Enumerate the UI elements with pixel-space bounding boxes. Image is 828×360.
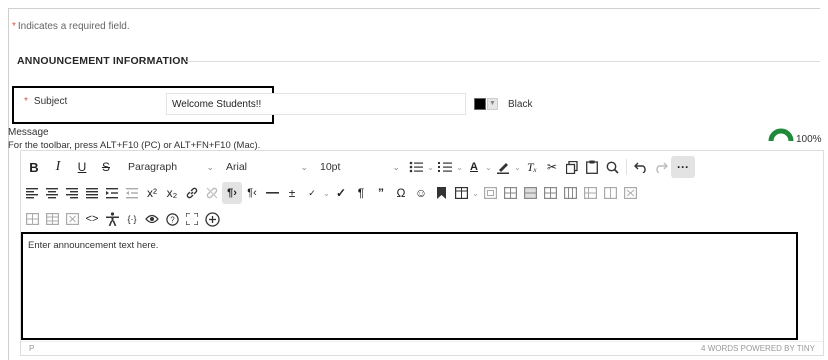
text-color-icon[interactable]: A [464, 156, 484, 178]
accessibility-score: 100% [796, 134, 822, 145]
required-star: * [24, 96, 28, 107]
accessibility-gauge-icon[interactable] [768, 128, 794, 142]
chevron-down-icon[interactable]: ⌄ [513, 156, 522, 178]
more-options-button[interactable]: ··· [671, 156, 695, 178]
help-icon[interactable]: ? [162, 208, 182, 230]
bullet-list-icon[interactable] [406, 156, 426, 178]
table-delete-icon[interactable] [500, 182, 520, 204]
required-star: * [12, 21, 16, 32]
align-center-icon[interactable] [42, 182, 62, 204]
indent-icon[interactable] [102, 182, 122, 204]
redo-icon[interactable] [651, 156, 671, 178]
toolbar-row-2: x² x₂ ¶› ¶‹ ± ✓ ⌄ ✓ ¶ ” Ω ☺ ⌄ [22, 182, 640, 204]
subject-color-swatch[interactable] [474, 98, 486, 110]
unlink-icon[interactable] [202, 182, 222, 204]
element-path[interactable]: P [29, 344, 34, 353]
align-right-icon[interactable] [62, 182, 82, 204]
search-icon[interactable] [602, 156, 622, 178]
plus-minus-icon[interactable]: ± [282, 182, 302, 204]
toolbar-separator [626, 159, 627, 175]
align-left-icon[interactable] [22, 182, 42, 204]
numbered-list-icon[interactable] [435, 156, 455, 178]
table-merge-icon[interactable] [600, 182, 620, 204]
preview-icon[interactable] [142, 208, 162, 230]
show-blocks-icon[interactable]: ¶ [351, 182, 371, 204]
superscript-icon[interactable]: x² [142, 182, 162, 204]
subscript-icon[interactable]: x₂ [162, 182, 182, 204]
table-icon[interactable] [451, 182, 471, 204]
underline-button[interactable]: U [70, 156, 94, 178]
rtl-direction-icon[interactable]: ¶‹ [242, 182, 262, 204]
fullscreen-icon[interactable] [182, 208, 202, 230]
subject-color-dropdown[interactable]: ▼ [487, 98, 498, 110]
chevron-down-icon: ⌄ [392, 161, 400, 172]
ltr-direction-icon[interactable]: ¶› [222, 182, 242, 204]
outdent-icon[interactable] [122, 182, 142, 204]
table-cell-props-icon[interactable] [22, 208, 42, 230]
accessibility-icon[interactable] [102, 208, 122, 230]
checkmark-icon[interactable]: ✓ [331, 182, 351, 204]
editor-status-bar: P 4 WORDS POWERED BY TINY [21, 341, 823, 355]
message-label: Message [8, 127, 49, 138]
table-col-before-icon[interactable] [560, 182, 580, 204]
section-title: ANNOUNCEMENT INFORMATION [17, 55, 189, 67]
font-family-select[interactable]: Arial ⌄ [220, 156, 314, 178]
word-count-info: 4 WORDS POWERED BY TINY [701, 344, 815, 353]
cut-icon[interactable]: ✂ [542, 156, 562, 178]
section-divider [186, 61, 820, 62]
clear-formatting-icon[interactable]: Tₓ [522, 156, 542, 178]
add-content-icon[interactable] [202, 208, 222, 230]
toolbar-row-1: B I U S Paragraph ⌄ Arial ⌄ 10pt ⌄ ⌄ ⌄ A ⌄ … [22, 156, 695, 178]
subject-input[interactable] [166, 93, 466, 115]
subject-color-name: Black [508, 99, 533, 110]
bold-button[interactable]: B [22, 156, 46, 178]
table-delete-col-icon[interactable] [62, 208, 82, 230]
special-character-icon[interactable]: Ω [391, 182, 411, 204]
blockquote-icon[interactable]: ” [371, 182, 391, 204]
source-code-icon[interactable]: <> [82, 208, 102, 230]
emoji-icon[interactable]: ☺ [411, 182, 431, 204]
chevron-down-icon[interactable]: ⌄ [455, 156, 464, 178]
chevron-down-icon: ⌄ [206, 161, 214, 172]
chevron-down-icon: ⌄ [300, 161, 308, 172]
italic-button[interactable]: I [46, 156, 70, 178]
toolbar-row-3: <> {·} ? [22, 208, 222, 230]
chevron-down-icon[interactable]: ⌄ [471, 182, 480, 204]
table-split-icon[interactable] [620, 182, 640, 204]
highlight-icon[interactable] [493, 156, 513, 178]
paragraph-select[interactable]: Paragraph ⌄ [122, 156, 220, 178]
chevron-down-icon[interactable]: ⌄ [322, 182, 331, 204]
undo-icon[interactable] [631, 156, 651, 178]
link-icon[interactable] [182, 182, 202, 204]
strikethrough-button[interactable]: S [94, 156, 118, 178]
chevron-down-icon[interactable]: ⌄ [484, 156, 493, 178]
paste-icon[interactable] [582, 156, 602, 178]
editor-content-area[interactable]: Enter announcement text here. [21, 232, 798, 340]
copy-icon[interactable] [562, 156, 582, 178]
editor-content-text: Enter announcement text here. [28, 240, 159, 251]
table-row-props-icon[interactable] [42, 208, 62, 230]
spellcheck-icon[interactable]: ✓ [302, 182, 322, 204]
variables-icon[interactable]: {·} [122, 208, 142, 230]
table-row-after-icon[interactable] [540, 182, 560, 204]
chevron-down-icon[interactable]: ⌄ [426, 156, 435, 178]
required-note: * Indicates a required field. [12, 21, 130, 32]
svg-text:?: ? [170, 215, 175, 224]
word-count[interactable]: 4 WORDS [701, 344, 738, 353]
table-row-before-icon[interactable] [520, 182, 540, 204]
powered-by-tiny[interactable]: POWERED BY TINY [741, 344, 815, 353]
table-properties-icon[interactable] [480, 182, 500, 204]
bookmark-icon[interactable] [431, 182, 451, 204]
horizontal-line-icon[interactable] [262, 182, 282, 204]
subject-label: * Subject [24, 96, 68, 107]
table-col-after-icon[interactable] [580, 182, 600, 204]
align-justify-icon[interactable] [82, 182, 102, 204]
font-size-select[interactable]: 10pt ⌄ [314, 156, 406, 178]
